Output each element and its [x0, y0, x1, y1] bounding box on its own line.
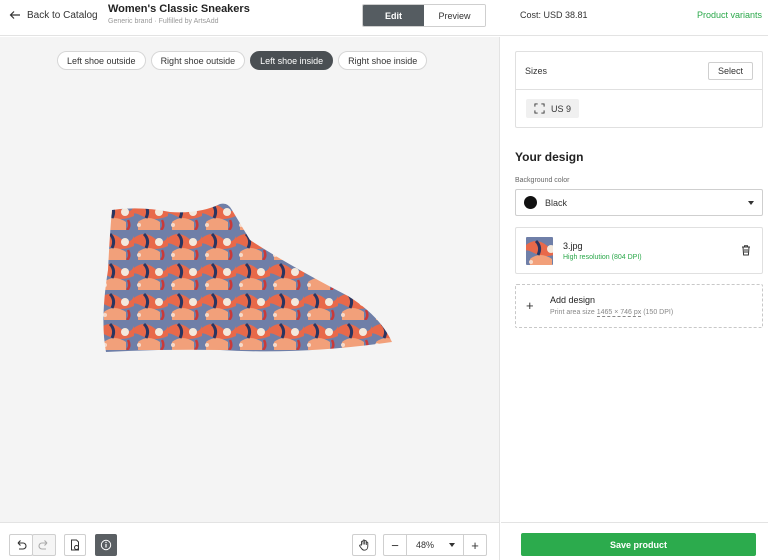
size-chip-label: US 9	[551, 103, 572, 114]
print-area-dpi: (150 DPI)	[641, 309, 674, 316]
background-color-label: Background color	[515, 177, 570, 184]
print-area-size: 1465 × 746 px	[596, 309, 642, 317]
design-file-card: 3.jpg High resolution (804 DPI)	[515, 227, 763, 274]
sizes-header: Sizes Select	[516, 52, 762, 90]
plus-icon: +	[526, 298, 534, 313]
pan-tool-button[interactable]	[352, 534, 376, 556]
hand-icon	[359, 539, 369, 551]
save-bar: Save product	[501, 522, 768, 560]
add-design-title: Add design	[550, 295, 596, 305]
back-label: Back to Catalog	[27, 9, 98, 21]
undo-icon	[17, 540, 27, 550]
sizes-title: Sizes	[525, 65, 548, 76]
design-thumbnail	[526, 237, 553, 265]
edit-button[interactable]: Edit	[363, 5, 424, 26]
redo-icon	[38, 540, 48, 550]
product-variants-link[interactable]: Product variants	[697, 10, 762, 20]
preview-button[interactable]: Preview	[424, 5, 485, 26]
zoom-out-button[interactable]: −	[384, 535, 406, 555]
zoom-select[interactable]: 48%	[406, 535, 464, 555]
chevron-down-icon	[449, 543, 455, 547]
tab-right-shoe-inside[interactable]: Right shoe inside	[338, 51, 428, 70]
expand-icon	[534, 103, 545, 114]
undo-button[interactable]	[9, 534, 33, 556]
print-area-prefix: Print area size	[550, 309, 597, 316]
view-tabs: Left shoe outside Right shoe outside Lef…	[57, 51, 428, 70]
design-canvas: Left shoe outside Right shoe outside Lef…	[0, 37, 500, 522]
tab-right-shoe-outside[interactable]: Right shoe outside	[150, 51, 246, 70]
document-gear-icon	[71, 539, 79, 551]
info-button[interactable]	[95, 534, 117, 556]
select-sizes-button[interactable]: Select	[707, 61, 753, 80]
trash-icon[interactable]	[740, 244, 752, 256]
size-chip[interactable]: US 9	[526, 99, 580, 118]
chevron-down-icon	[748, 200, 754, 205]
arrow-left-icon	[9, 11, 20, 19]
color-swatch	[524, 196, 537, 209]
top-header: Back to Catalog Women's Classic Sneakers…	[0, 0, 768, 36]
your-design-heading: Your design	[515, 150, 584, 164]
add-design-button[interactable]: + Add design Print area size 1465 × 746 …	[515, 284, 763, 328]
background-color-value: Black	[545, 197, 568, 208]
print-area-info: Print area size 1465 × 746 px (150 DPI)	[550, 309, 674, 317]
file-name: 3.jpg	[563, 241, 583, 251]
right-panel: Sizes Select US 9 Your design Background…	[501, 37, 768, 522]
zoom-value: 48%	[416, 540, 435, 550]
back-to-catalog-link[interactable]: Back to Catalog	[9, 9, 98, 21]
info-icon	[100, 539, 112, 551]
tab-left-shoe-inside[interactable]: Left shoe inside	[250, 51, 334, 70]
sizes-card: Sizes Select US 9	[515, 51, 763, 128]
page-settings-button[interactable]	[64, 534, 86, 556]
tab-left-shoe-outside[interactable]: Left shoe outside	[57, 51, 146, 70]
redo-button[interactable]	[32, 534, 56, 556]
zoom-in-button[interactable]: +	[464, 535, 486, 555]
cost-label: Cost: USD 38.81	[520, 10, 588, 20]
product-title: Women's Classic Sneakers	[108, 3, 250, 15]
save-product-button[interactable]: Save product	[521, 533, 756, 556]
product-subtitle: Generic brand · Fulfilled by ArtsAdd	[108, 18, 219, 25]
bottom-toolbar: − 48% +	[0, 522, 500, 560]
file-resolution: High resolution (804 DPI)	[563, 254, 642, 261]
background-color-select[interactable]: Black	[515, 189, 763, 216]
edit-preview-toggle: Edit Preview	[362, 4, 486, 27]
zoom-control: − 48% +	[383, 534, 487, 556]
shoe-preview-image[interactable]	[100, 200, 395, 355]
